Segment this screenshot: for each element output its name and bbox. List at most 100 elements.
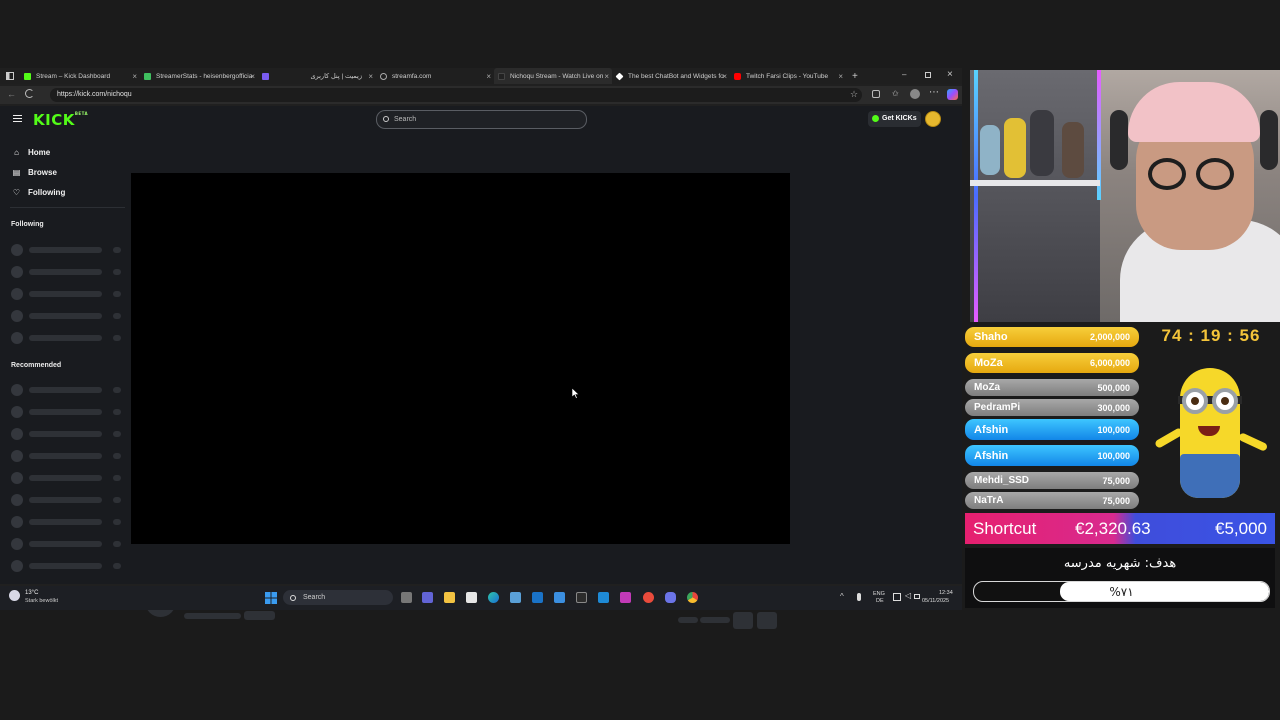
minion-mascot [1150,354,1270,506]
chevron-up-icon[interactable]: ^ [840,592,844,601]
globe-icon [380,72,387,80]
school-fee-goal: هدف: شهریه مدرسه %۷۱ [965,548,1275,608]
terminal-icon[interactable] [576,592,587,603]
video-player[interactable] [131,173,790,544]
app-icon[interactable] [643,592,654,603]
skeleton-item [11,244,125,256]
section-following: Following [11,221,44,228]
reload-icon[interactable] [25,89,34,98]
sidebar-item-home[interactable]: ⌂ Home [12,148,50,157]
kick-logo[interactable]: KICKBETA [33,111,88,129]
kick-header: KICKBETA Search Get KICKs [0,106,962,134]
skeleton-item [11,560,125,572]
clock-time[interactable]: 12:34 [939,590,953,596]
network-icon[interactable] [893,593,901,601]
search-icon [290,595,296,601]
clock-date: 05/11/2025 [922,598,950,604]
donor-bar: Afshin 100,000 [965,445,1139,466]
tab-purple[interactable]: زیمیت | پنل کاربری × [258,68,376,84]
skeleton-button [733,612,753,629]
url-field[interactable]: https://kick.com/nichoqu [50,88,862,102]
close-window-button[interactable]: × [947,69,953,80]
lang-top[interactable]: ENG [873,591,885,597]
skeleton-item [11,516,125,528]
skeleton-line [700,617,730,623]
restore-button[interactable] [925,72,931,78]
battery-icon[interactable] [914,594,920,599]
discord-icon[interactable] [665,592,676,603]
donor-bar: PedramPi 300,000 [965,399,1139,416]
tab-nichoqu[interactable]: Nichoqu Stream - Watch Live on × [494,68,612,84]
tab-kick-dashboard[interactable]: Stream – Kick Dashboard × [20,68,140,84]
donation-goal-bar: Shortcut €2,320.63 €5,000 [965,513,1275,544]
tab-label: زیمیت | پنل کاربری [310,73,362,80]
sidebar-item-browse[interactable]: ▤ Browse [12,168,57,177]
skeleton-item [11,428,125,440]
minimize-button[interactable]: – [902,70,906,79]
sidebar-item-following[interactable]: ♡ Following [12,188,65,197]
more-icon[interactable]: ⋯ [929,87,939,98]
file-explorer-icon[interactable] [444,592,455,603]
browse-icon: ▤ [12,168,21,177]
skeleton-item [11,310,125,322]
new-tab-button[interactable]: + [852,71,858,82]
close-icon[interactable]: × [368,72,373,81]
donor-bar: Mehdi_SSD 75,000 [965,472,1139,489]
teams-icon[interactable] [422,592,433,603]
kicks-coin-icon [872,115,879,122]
search-input[interactable]: Search [376,110,587,129]
task-view-icon[interactable] [401,592,412,603]
tab-label: The best ChatBot and Widgets fo [628,72,724,80]
taskbar-search-input[interactable]: Search [283,590,393,605]
skeleton-item [11,406,125,418]
favorites-icon[interactable]: ✩ [892,89,899,98]
microphone-icon[interactable] [857,593,861,601]
edge-icon[interactable] [488,592,499,603]
extensions-icon[interactable] [872,90,880,98]
windows-start-icon[interactable] [265,592,277,604]
close-icon[interactable]: × [722,72,727,81]
skeleton-item [11,266,125,278]
copilot-icon[interactable] [947,89,958,100]
tab-youtube[interactable]: Twitch Farsi Clips - YouTube × [730,68,846,84]
tab-streamerstats[interactable]: StreamerStats - heisenbergofficia × [140,68,258,84]
favorite-star-icon[interactable]: ☆ [850,89,858,100]
store-icon[interactable] [466,592,477,603]
skeleton-item [11,494,125,506]
close-icon[interactable]: × [486,72,491,81]
weather-temp[interactable]: 13°C [25,590,38,596]
close-icon[interactable]: × [250,72,255,81]
lang-bottom: DE [876,598,884,604]
skeleton-line [184,613,241,619]
outlook-icon[interactable] [532,592,543,603]
weather-icon[interactable] [9,590,20,601]
sidebar-item-label: Following [28,188,66,197]
sidebar-item-label: Browse [28,168,57,177]
skeleton-item [11,472,125,484]
browser-window: Stream – Kick Dashboard × StreamerStats … [0,68,962,629]
user-avatar[interactable] [925,111,941,127]
donor-bar: MoZa 6,000,000 [965,353,1139,373]
tab-chatbot[interactable]: The best ChatBot and Widgets fo × [612,68,730,84]
app-icon[interactable] [554,592,565,603]
volume-icon[interactable]: ◁ [905,591,911,600]
close-icon[interactable]: × [838,72,843,81]
tab-bar: Stream – Kick Dashboard × StreamerStats … [0,68,962,84]
vscode-icon[interactable] [598,592,609,603]
back-icon[interactable]: ← [7,89,16,99]
tab-streamfa[interactable]: streamfa.com × [376,68,494,84]
app-icon[interactable] [510,592,521,603]
close-icon[interactable]: × [604,72,609,81]
skeleton-item [11,538,125,550]
profile-icon[interactable] [910,89,920,99]
mouse-cursor-icon [572,388,580,399]
close-icon[interactable]: × [132,72,137,81]
purple-favicon-icon [262,72,269,80]
tab-actions-icon[interactable] [0,68,20,84]
menu-icon[interactable] [13,115,22,122]
chrome-icon[interactable] [687,592,698,603]
tab-label: Twitch Farsi Clips - YouTube [746,72,829,80]
donor-bar: Shaho 2,000,000 [965,327,1139,347]
rider-icon[interactable] [620,592,631,603]
address-bar: ← https://kick.com/nichoqu ☆ ✩ ⋯ [0,86,962,104]
